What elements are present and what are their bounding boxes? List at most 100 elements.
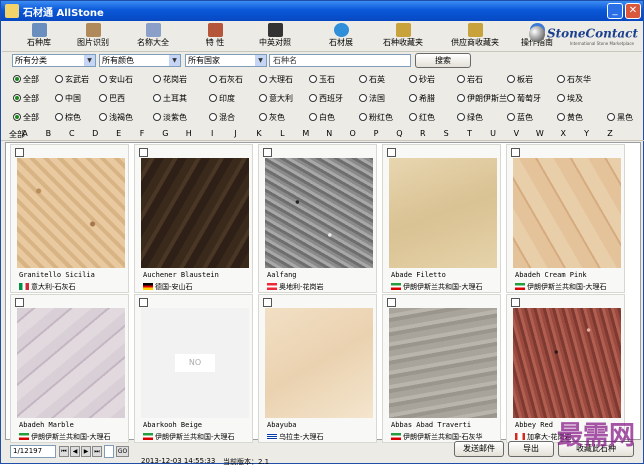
radio-option[interactable]: 安山石: [99, 74, 133, 85]
letter-filter-V[interactable]: V: [510, 129, 522, 138]
radio-option[interactable]: 全部: [13, 93, 39, 104]
letter-filter-T[interactable]: T: [464, 129, 476, 138]
toolbar-button-7[interactable]: 供应商收藏夹: [448, 22, 502, 48]
letter-filter-D[interactable]: D: [89, 129, 101, 138]
radio-option[interactable]: 棕色: [55, 112, 81, 123]
letter-filter-W[interactable]: W: [534, 129, 546, 138]
radio-option[interactable]: 灰色: [259, 112, 285, 123]
radio-option[interactable]: 石灰石: [209, 74, 243, 85]
letter-filter-A[interactable]: A: [19, 129, 31, 138]
select-checkbox[interactable]: [139, 298, 148, 307]
minimize-button[interactable]: _: [607, 3, 623, 19]
stone-image[interactable]: [265, 158, 373, 268]
select-checkbox[interactable]: [387, 298, 396, 307]
letter-filter-K[interactable]: K: [253, 129, 265, 138]
select-checkbox[interactable]: [511, 298, 520, 307]
radio-option[interactable]: 玉石: [309, 74, 335, 85]
radio-option[interactable]: 全部: [13, 74, 39, 85]
letter-filter-X[interactable]: X: [557, 129, 569, 138]
close-button[interactable]: ✕: [625, 3, 641, 19]
letter-filter-F[interactable]: F: [136, 129, 148, 138]
radio-option[interactable]: 玄武岩: [55, 74, 89, 85]
stone-card[interactable]: Aalfang 奥地利-花岗岩: [258, 144, 377, 293]
stone-image[interactable]: [513, 308, 621, 418]
radio-option[interactable]: 黄色: [557, 112, 583, 123]
letter-filter-P[interactable]: P: [370, 129, 382, 138]
toolbar-button-5[interactable]: 石材展: [314, 22, 368, 48]
radio-option[interactable]: 岩石: [457, 74, 483, 85]
search-input[interactable]: 石种名: [269, 54, 411, 67]
letter-filter-Z[interactable]: Z: [604, 129, 616, 138]
letter-filter-B[interactable]: B: [42, 129, 54, 138]
radio-option[interactable]: 砂岩: [409, 74, 435, 85]
radio-option[interactable]: 葡萄牙: [507, 93, 541, 104]
letter-filter-S[interactable]: S: [440, 129, 452, 138]
radio-option[interactable]: 法国: [359, 93, 385, 104]
radio-option[interactable]: 花岗岩: [153, 74, 187, 85]
stone-card[interactable]: Abayuba 乌拉圭-大理石: [258, 294, 377, 443]
letter-filter-E[interactable]: E: [113, 129, 125, 138]
toolbar-button-4[interactable]: 中英对照: [248, 22, 302, 48]
radio-option[interactable]: 淡紫色: [153, 112, 187, 123]
letter-filter-H[interactable]: H: [183, 129, 195, 138]
radio-option[interactable]: 粉红色: [359, 112, 393, 123]
select-checkbox[interactable]: [263, 148, 272, 157]
stone-image[interactable]: [141, 158, 249, 268]
letter-filter-O[interactable]: O: [347, 129, 359, 138]
last-page-button[interactable]: ⏭: [92, 446, 102, 457]
letter-filter-U[interactable]: U: [487, 129, 499, 138]
radio-option[interactable]: 石灰华: [557, 74, 591, 85]
radio-option[interactable]: 混合: [209, 112, 235, 123]
toolbar-button-2[interactable]: 名称大全: [126, 22, 180, 48]
letter-filter-J[interactable]: J: [230, 129, 242, 138]
radio-option[interactable]: 大理石: [259, 74, 293, 85]
stone-card[interactable]: Abadeh Cream Pink 伊朗伊斯兰共和国-大理石: [506, 144, 625, 293]
stone-card[interactable]: NO Abarkooh Beige 伊朗伊斯兰共和国-大理石: [134, 294, 253, 443]
letter-filter-I[interactable]: I: [206, 129, 218, 138]
radio-option[interactable]: 巴西: [99, 93, 125, 104]
select-checkbox[interactable]: [139, 148, 148, 157]
select-checkbox[interactable]: [387, 148, 396, 157]
next-page-button[interactable]: ▶: [81, 446, 91, 457]
stone-image[interactable]: [513, 158, 621, 268]
export-button[interactable]: 导出: [508, 441, 554, 457]
toolbar-button-0[interactable]: 石种库: [12, 22, 66, 48]
radio-option[interactable]: 伊朗伊斯兰: [457, 93, 507, 104]
country-select[interactable]: 所有国家 ▼: [185, 54, 267, 67]
search-button[interactable]: 搜索: [415, 53, 471, 68]
radio-option[interactable]: 浅褐色: [99, 112, 133, 123]
radio-option[interactable]: 中国: [55, 93, 81, 104]
stone-image[interactable]: [17, 308, 125, 418]
toolbar-button-6[interactable]: 石种收藏夹: [376, 22, 430, 48]
letter-filter-Q[interactable]: Q: [393, 129, 405, 138]
select-checkbox[interactable]: [15, 148, 24, 157]
go-button[interactable]: GO: [116, 446, 129, 457]
select-checkbox[interactable]: [15, 298, 24, 307]
stone-card[interactable]: Auchener Blaustein 德国-安山石: [134, 144, 253, 293]
select-checkbox[interactable]: [511, 148, 520, 157]
prev-page-button[interactable]: ◀: [70, 446, 80, 457]
toolbar-button-3[interactable]: 特 性: [188, 22, 242, 48]
select-checkbox[interactable]: [263, 298, 272, 307]
stone-image[interactable]: [17, 158, 125, 268]
letter-filter-G[interactable]: G: [159, 129, 171, 138]
radio-option[interactable]: 土耳其: [153, 93, 187, 104]
radio-option[interactable]: 印度: [209, 93, 235, 104]
stone-image[interactable]: [389, 158, 497, 268]
category-select[interactable]: 所有分类 ▼: [12, 54, 96, 67]
radio-option[interactable]: 全部: [13, 112, 39, 123]
toolbar-button-1[interactable]: 图片识别: [66, 22, 120, 48]
radio-option[interactable]: 板岩: [507, 74, 533, 85]
stone-card[interactable]: Abadeh Marble 伊朗伊斯兰共和国-大理石: [10, 294, 129, 443]
radio-option[interactable]: 绿色: [457, 112, 483, 123]
radio-option[interactable]: 白色: [309, 112, 335, 123]
stone-image[interactable]: NO: [141, 308, 249, 418]
letter-filter-N[interactable]: N: [323, 129, 335, 138]
stone-image[interactable]: [265, 308, 373, 418]
stone-card[interactable]: Granitello Sicilia 意大利-石灰石: [10, 144, 129, 293]
radio-option[interactable]: 黑色: [607, 112, 633, 123]
radio-option[interactable]: 石英: [359, 74, 385, 85]
radio-option[interactable]: 埃及: [557, 93, 583, 104]
page-number-input[interactable]: [104, 445, 114, 458]
stone-card[interactable]: Abbas Abad Traverti 伊朗伊斯兰共和国-石灰华: [382, 294, 501, 443]
